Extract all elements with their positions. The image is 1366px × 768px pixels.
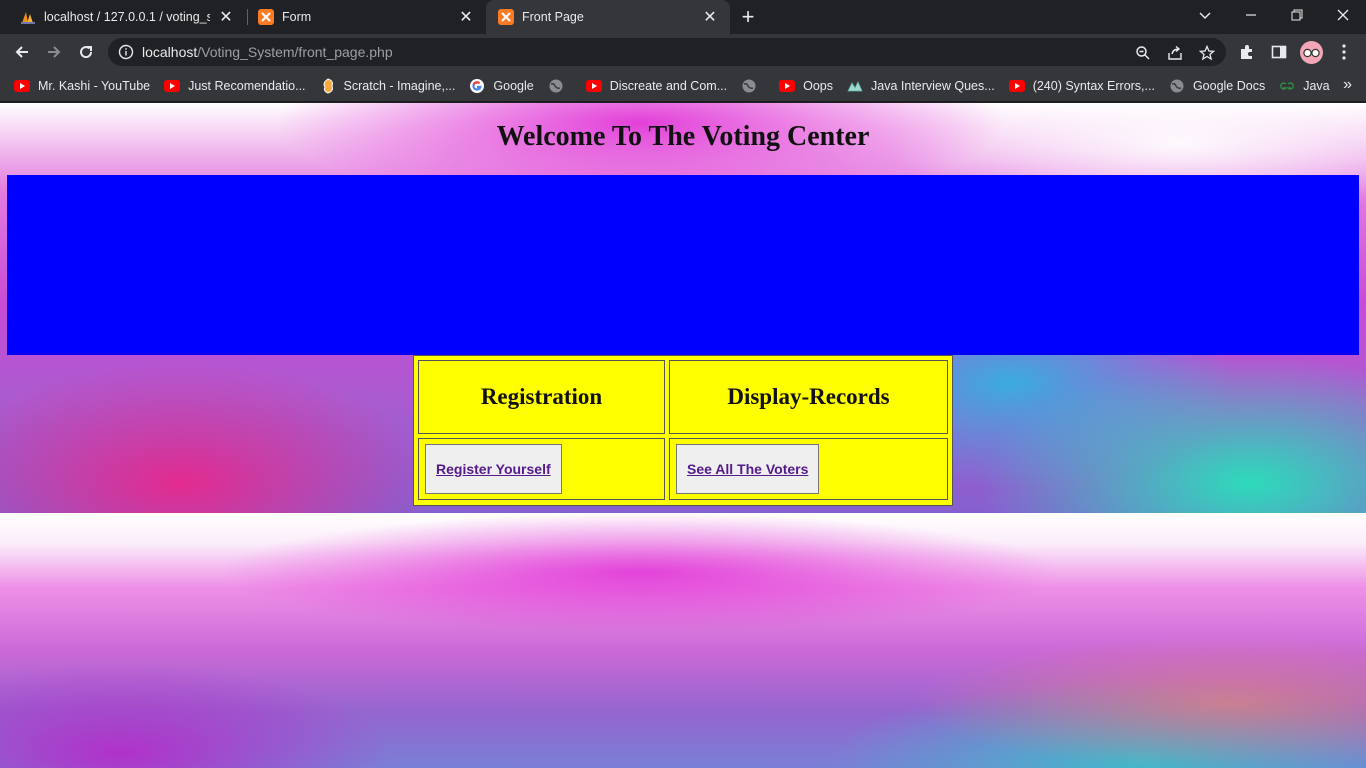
bookmark-label: Oops [803, 78, 834, 93]
globe-icon [548, 78, 564, 94]
page-viewport: Welcome To The Voting Center Registratio… [0, 103, 1366, 768]
tab-front-page[interactable]: Front Page ✕ [486, 0, 730, 34]
youtube-icon [14, 78, 30, 94]
url-host: localhost [142, 44, 198, 60]
bookmark-item[interactable] [542, 72, 578, 100]
registration-header: Registration [418, 360, 665, 434]
more-bookmarks-button[interactable]: » [1343, 76, 1352, 94]
bookmark-item[interactable]: Google Docs [1163, 72, 1271, 100]
youtube-icon [164, 78, 181, 94]
bookmark-item[interactable]: (240) Syntax Errors,... [1003, 72, 1161, 100]
menu-button[interactable] [1334, 42, 1354, 62]
close-icon[interactable]: ✕ [458, 9, 474, 26]
profile-glasses-icon [1303, 48, 1320, 57]
arrow-left-icon [15, 46, 28, 58]
google-icon [469, 78, 485, 94]
bookmark-item[interactable]: Google [463, 72, 539, 100]
kebab-menu-icon [1342, 44, 1346, 60]
bookmark-label: Java [1303, 78, 1330, 93]
gradient-background-bottom [0, 513, 1366, 768]
tab-search-button[interactable] [1182, 0, 1228, 30]
star-icon[interactable] [1198, 44, 1216, 62]
minimize-button[interactable] [1228, 0, 1274, 30]
globe-icon [741, 78, 757, 94]
bookmark-item[interactable]: Java Interview Ques... [841, 72, 1001, 100]
scratch-icon [320, 77, 336, 94]
javatpoint-icon [847, 78, 863, 94]
avatar[interactable] [1300, 41, 1323, 64]
minimize-icon [1246, 14, 1256, 16]
chevron-down-icon [1199, 12, 1211, 19]
forward-button[interactable] [40, 38, 68, 66]
display-records-cell: See All The Voters [669, 438, 948, 500]
zoom-icon[interactable] [1134, 44, 1152, 62]
tab-phpmyadmin[interactable]: localhost / 127.0.0.1 / voting_syst ✕ [0, 0, 246, 34]
geeksforgeeks-icon [1279, 78, 1295, 94]
close-icon[interactable]: ✕ [218, 9, 234, 26]
bookmark-item[interactable]: Discreate and Com... [580, 72, 733, 100]
close-icon[interactable]: ✕ [702, 9, 718, 26]
arrow-right-icon [48, 46, 61, 58]
youtube-icon [585, 78, 602, 94]
address-bar[interactable]: localhost/Voting_System/front_page.php [108, 38, 1226, 66]
bookmark-label: Scratch - Imagine,... [343, 78, 456, 93]
navigation-table: Registration Display-Records Register Yo… [413, 355, 953, 506]
extensions-icon[interactable] [1237, 42, 1257, 62]
url-path: /Voting_System/front_page.php [197, 44, 393, 60]
restore-button[interactable] [1274, 0, 1320, 30]
bookmark-label: Java Interview Ques... [871, 78, 995, 93]
bookmark-label: Google Docs [1192, 78, 1266, 93]
back-button[interactable] [8, 38, 36, 66]
youtube-icon [1008, 78, 1025, 94]
bookmark-item[interactable]: Scratch - Imagine,... [314, 72, 462, 100]
page-title: Welcome To The Voting Center [496, 121, 870, 152]
info-icon [118, 44, 134, 60]
bookmark-item[interactable]: Java [1273, 72, 1335, 100]
bookmark-label: Discreate and Com... [609, 78, 728, 93]
bookmark-label: Google [493, 78, 534, 93]
see-all-voters-button[interactable]: See All The Voters [676, 444, 820, 494]
reload-icon [80, 46, 93, 59]
registration-cell: Register Yourself [418, 438, 665, 500]
new-tab-button[interactable]: + [736, 4, 760, 29]
bookmark-label: (240) Syntax Errors,... [1032, 78, 1155, 93]
side-panel-icon[interactable] [1269, 42, 1289, 62]
bookmark-item[interactable]: Mr. Kashi - YouTube [8, 72, 156, 100]
url-text: localhost/Voting_System/front_page.php [142, 44, 393, 60]
phpmyadmin-sail-icon [21, 12, 35, 24]
tab-title: Front Page [522, 10, 584, 24]
close-icon [1337, 9, 1349, 21]
bookmark-item[interactable]: Oops [773, 72, 839, 100]
close-window-button[interactable] [1320, 0, 1366, 30]
tab-form[interactable]: Form ✕ [238, 0, 486, 34]
browser-tab-strip: localhost / 127.0.0.1 / voting_syst ✕ Fo… [0, 0, 1366, 34]
share-icon[interactable] [1166, 44, 1184, 62]
browser-toolbar: localhost/Voting_System/front_page.php [0, 34, 1366, 70]
xampp-icon [258, 9, 274, 25]
bookmark-label: Mr. Kashi - YouTube [38, 78, 151, 93]
youtube-icon [779, 78, 796, 94]
bookmark-item[interactable] [735, 72, 771, 100]
tab-title: Form [282, 10, 312, 24]
display-records-header: Display-Records [669, 360, 948, 434]
globe-icon [1169, 78, 1185, 94]
restore-icon [1291, 9, 1303, 21]
tab-title: localhost / 127.0.0.1 / voting_syst [44, 10, 210, 24]
reload-button[interactable] [72, 38, 100, 66]
register-yourself-button[interactable]: Register Yourself [425, 444, 562, 494]
bookmarks-bar: Mr. Kashi - YouTube Just Recomendatio...… [0, 70, 1366, 102]
blue-banner [7, 175, 1359, 355]
xampp-icon [498, 9, 514, 25]
bookmark-label: Just Recomendatio... [188, 78, 306, 93]
bookmark-item[interactable]: Just Recomendatio... [158, 72, 311, 100]
